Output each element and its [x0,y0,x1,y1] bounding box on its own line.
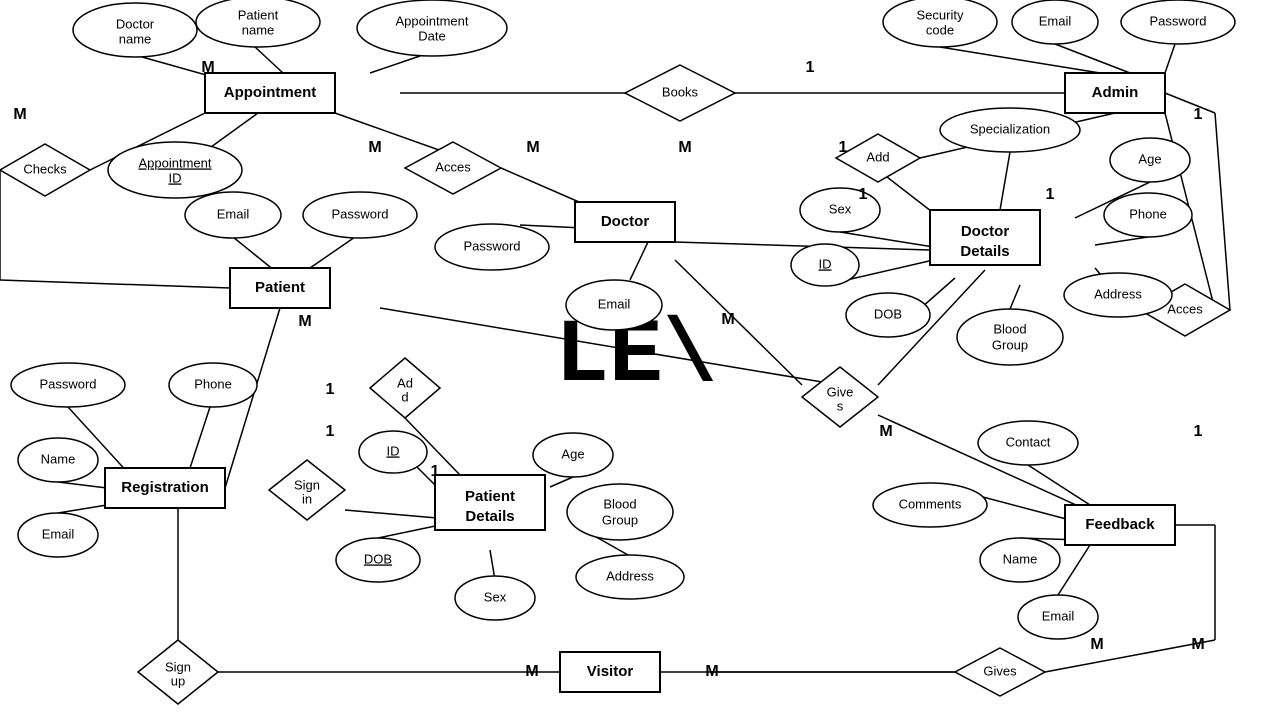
patient-password-text: Password [331,206,388,221]
feedback-comments-text: Comments [899,496,962,511]
appointment-date-text1: Appointment [396,13,469,28]
mult-m6: M [298,313,311,330]
admin-password-text: Password [1149,13,1206,28]
doctor-address-text: Address [1094,286,1142,301]
signup-label2: up [171,673,185,688]
patient-address-text: Address [606,568,654,583]
doctor-id-text: ID [819,256,832,271]
feedback-name-text: Name [1003,551,1038,566]
appointment-label: Appointment [224,84,316,101]
signin-label: Sign [294,477,320,492]
mult-1-2: 1 [839,139,848,156]
admin-email-text: Email [1039,13,1072,28]
patient-sex-text: Sex [484,589,507,604]
mult-m3: M [368,139,381,156]
mult-m9: M [1191,636,1204,653]
doctor-dob-text: DOB [874,306,902,321]
patient-blood-group-text2: Group [602,512,638,527]
patient-dob-text: DOB [364,551,392,566]
patient-email-text: Email [217,206,250,221]
patient-label: Patient [255,279,305,296]
visitor-label: Visitor [587,663,634,680]
mult-m2: M [201,59,214,76]
doctor-password-text: Password [463,238,520,253]
patient-blood-group-text1: Blood [603,496,636,511]
feedback-label: Feedback [1085,516,1155,533]
gives-visitor-label: Gives [983,663,1017,678]
doctor-blood-group-text1: Blood [993,321,1026,336]
appointment-id-text1: Appointment [139,155,212,170]
gives-label: Give [827,384,854,399]
mult-1-5: 1 [326,381,335,398]
mult-m1: M [13,106,26,123]
mult-1-6: 1 [326,423,335,440]
acces-left-label: Acces [435,159,471,174]
feedback-contact-text: Contact [1006,434,1051,449]
mult-m10: M [525,663,538,680]
reg-password-text: Password [39,376,96,391]
mult-m4: M [526,139,539,156]
reg-name-text: Name [41,451,76,466]
er-diagram: LE\ Books Acces Add Ad d Sign in Give s … [0,0,1280,720]
feedback-email-text: Email [1042,608,1075,623]
patient-id-text: ID [387,443,400,458]
patient-details-label1: Patient [465,488,515,505]
mult-1-8: 1 [1194,106,1203,123]
doctor-details-label2: Details [960,243,1009,260]
mult-m8: M [879,423,892,440]
mult-1-1: 1 [806,59,815,76]
registration-label: Registration [121,479,209,496]
mult-m5: M [678,139,691,156]
reg-phone-text: Phone [194,376,232,391]
doctor-phone-text: Phone [1129,206,1167,221]
patient-name-text2: name [242,22,275,37]
patient-details-label2: Details [465,508,514,525]
doctor-name-text2: name [119,31,152,46]
mult-m12: M [1090,636,1103,653]
mult-1-4: 1 [1046,186,1055,203]
reg-email-text: Email [42,526,75,541]
doctor-sex-text: Sex [829,201,852,216]
specialization-text: Specialization [970,121,1050,136]
patient-age-text: Age [561,446,584,461]
mult-1-7: 1 [431,463,440,480]
add-patient-label: Ad [397,375,413,390]
checks-label: Checks [23,161,67,176]
add-patient-label2: d [401,389,408,404]
books-label: Books [662,84,699,99]
acces-right-label: Acces [1167,301,1203,316]
doctor-details-label1: Doctor [961,223,1009,240]
mult-1-9: 1 [1194,423,1203,440]
doctor-blood-group-text2: Group [992,337,1028,352]
doctor-name-text1: Doctor [116,16,155,31]
appointment-id-text2: ID [169,170,182,185]
gives-label2: s [837,398,844,413]
doctor-email-text: Email [598,296,631,311]
mult-m11: M [705,663,718,680]
signin-label2: in [302,491,312,506]
doctor-label: Doctor [601,213,649,230]
security-code-text2: code [926,22,954,37]
mult-1-3: 1 [859,186,868,203]
admin-label: Admin [1092,84,1139,101]
patient-name-text1: Patient [238,7,279,22]
add-doctor-label: Add [866,149,889,164]
security-code-text1: Security [917,7,964,22]
appointment-date-text2: Date [418,28,445,43]
doctor-age-text: Age [1138,151,1161,166]
signup-label: Sign [165,659,191,674]
mult-m7: M [721,311,734,328]
